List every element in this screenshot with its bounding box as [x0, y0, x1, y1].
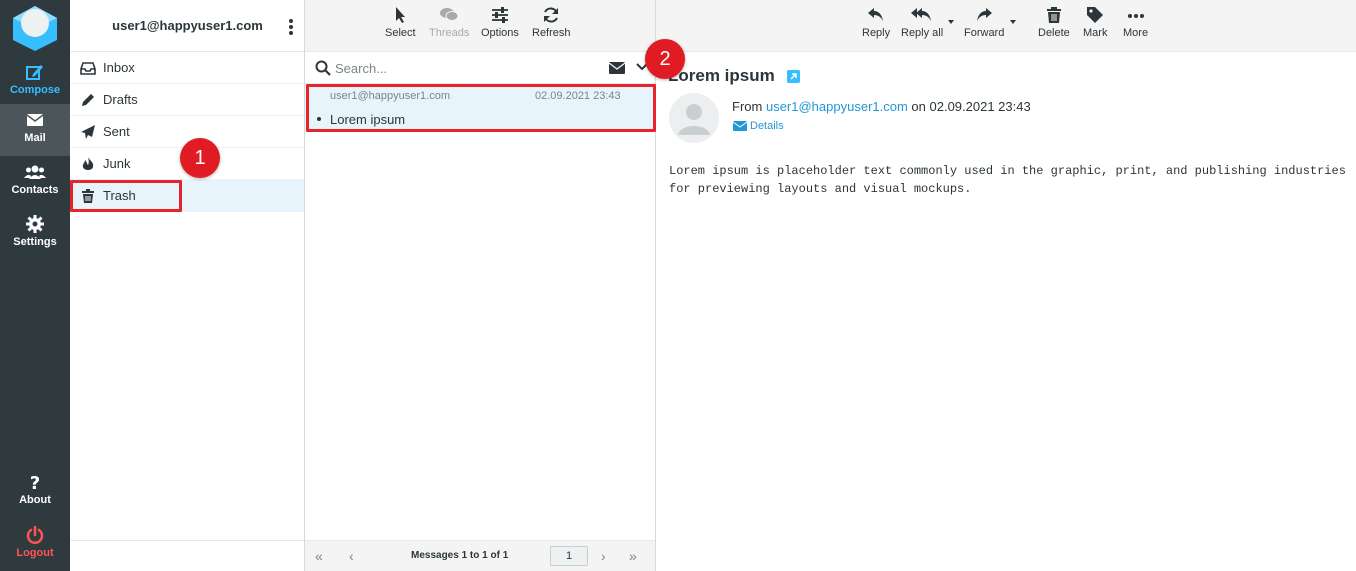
select-button[interactable]: Select — [385, 6, 416, 39]
folder-label: Drafts — [103, 92, 138, 107]
roundcube-app: Compose Mail Contacts Settings ? About L… — [0, 0, 1356, 571]
compose-icon — [26, 65, 43, 80]
nav-contacts[interactable]: Contacts — [0, 156, 70, 208]
ellipsis-icon — [1127, 14, 1144, 18]
refresh-label: Refresh — [532, 27, 571, 39]
more-label: More — [1123, 27, 1149, 39]
tag-icon — [1087, 7, 1104, 23]
step-marker-2: 2 — [645, 39, 685, 79]
fire-icon — [82, 157, 94, 170]
mark-label: Mark — [1083, 27, 1108, 39]
nav-compose-label: Compose — [9, 84, 61, 96]
nav-about-label: About — [19, 494, 51, 506]
sender-email-link[interactable]: user1@happyuser1.com — [766, 99, 908, 114]
envelope-icon — [732, 121, 748, 131]
cursor-icon — [396, 7, 406, 23]
list-toolbar: Select Threads Options Refresh — [305, 0, 655, 52]
refresh-button[interactable]: Refresh — [532, 6, 571, 39]
nav-about[interactable]: ? About — [0, 466, 70, 518]
search-input[interactable] — [335, 58, 595, 78]
message-reader: Reply Reply all Forward Delete Mark More… — [656, 0, 1356, 571]
open-in-new-window-icon[interactable] — [787, 70, 800, 83]
nav-contacts-label: Contacts — [11, 184, 59, 196]
forward-icon — [977, 8, 993, 21]
mark-button[interactable]: Mark — [1083, 6, 1107, 39]
user-silhouette-icon — [678, 104, 710, 135]
first-page-icon[interactable]: « — [315, 548, 323, 564]
users-icon — [24, 165, 46, 179]
inbox-icon — [80, 62, 96, 75]
gear-icon — [26, 215, 44, 233]
refresh-icon — [544, 7, 559, 23]
folder-panel: user1@happyuser1.com Inbox Drafts Sent J… — [70, 0, 305, 571]
reply-all-button[interactable]: Reply all — [901, 6, 943, 39]
folder-label: Inbox — [103, 60, 135, 75]
step-marker-1: 1 — [180, 138, 220, 178]
details-label: Details — [750, 120, 784, 132]
mail-from-line: From user1@happyuser1.com on 02.09.2021 … — [732, 99, 1031, 114]
nav-logout[interactable]: Logout — [0, 519, 70, 571]
reader-toolbar: Reply Reply all Forward Delete Mark More — [656, 0, 1356, 52]
envelope-icon — [26, 114, 44, 126]
options-label: Options — [481, 27, 519, 39]
question-icon: ? — [30, 473, 40, 492]
svg-text:?: ? — [30, 473, 40, 492]
more-button[interactable]: More — [1123, 6, 1148, 39]
nav-mail[interactable]: Mail — [0, 104, 70, 156]
next-page-icon[interactable]: › — [601, 548, 606, 564]
folder-drafts[interactable]: Drafts — [70, 84, 304, 116]
pagination-bar: « ‹ Messages 1 to 1 of 1 1 › » — [305, 540, 655, 571]
comments-icon — [440, 8, 459, 21]
forward-button[interactable]: Forward — [964, 6, 1004, 39]
from-prefix: From — [732, 99, 763, 114]
nav-logout-label: Logout — [16, 547, 54, 559]
options-button[interactable]: Options — [481, 6, 519, 39]
reply-button[interactable]: Reply — [862, 6, 890, 39]
reply-all-icon — [911, 8, 932, 21]
folder-panel-footer — [70, 540, 304, 571]
forward-label: Forward — [964, 27, 1005, 39]
select-label: Select — [385, 27, 416, 39]
delete-label: Delete — [1038, 27, 1070, 39]
sliders-icon — [491, 7, 508, 23]
nav-settings[interactable]: Settings — [0, 208, 70, 260]
reply-icon — [868, 8, 884, 21]
mail-body: Lorem ipsum is placeholder text commonly… — [669, 164, 1346, 196]
threads-label: Threads — [429, 27, 470, 39]
app-logo[interactable] — [10, 4, 60, 52]
folder-label: Sent — [103, 124, 130, 139]
reply-label: Reply — [862, 27, 891, 39]
account-name: user1@happyuser1.com — [112, 18, 263, 33]
search-icon — [315, 60, 331, 76]
sender-avatar — [669, 93, 719, 143]
details-link[interactable]: Details — [732, 120, 784, 132]
pencil-icon — [82, 94, 94, 106]
trash-highlight-box — [70, 180, 182, 212]
mail-subject: Lorem ipsum — [668, 66, 775, 85]
power-icon — [26, 525, 44, 544]
message-highlight-box — [306, 84, 656, 132]
reply-all-label: Reply all — [901, 27, 944, 39]
threads-button[interactable]: Threads — [429, 6, 469, 39]
envelope-icon[interactable] — [609, 62, 625, 74]
delete-button[interactable]: Delete — [1038, 6, 1070, 39]
paper-plane-icon — [81, 125, 95, 139]
folder-panel-header: user1@happyuser1.com — [70, 0, 304, 52]
reply-all-dropdown-icon[interactable] — [948, 20, 954, 24]
last-page-icon[interactable]: » — [629, 548, 637, 564]
trash-icon — [1046, 7, 1061, 23]
kebab-menu-icon[interactable] — [286, 17, 296, 37]
search-bar — [305, 52, 655, 84]
nav-compose[interactable]: Compose — [0, 56, 70, 108]
folder-inbox[interactable]: Inbox — [70, 52, 304, 84]
forward-dropdown-icon[interactable] — [1010, 20, 1016, 24]
message-count: Messages 1 to 1 of 1 — [411, 550, 509, 561]
nav-mail-label: Mail — [24, 132, 46, 144]
previous-page-icon[interactable]: ‹ — [349, 548, 354, 564]
main-navigation: Compose Mail Contacts Settings ? About L… — [0, 0, 70, 571]
folder-label: Junk — [103, 156, 131, 171]
page-number-input[interactable]: 1 — [550, 546, 588, 566]
mail-date: on 02.09.2021 23:43 — [911, 99, 1031, 114]
nav-settings-label: Settings — [13, 236, 57, 248]
